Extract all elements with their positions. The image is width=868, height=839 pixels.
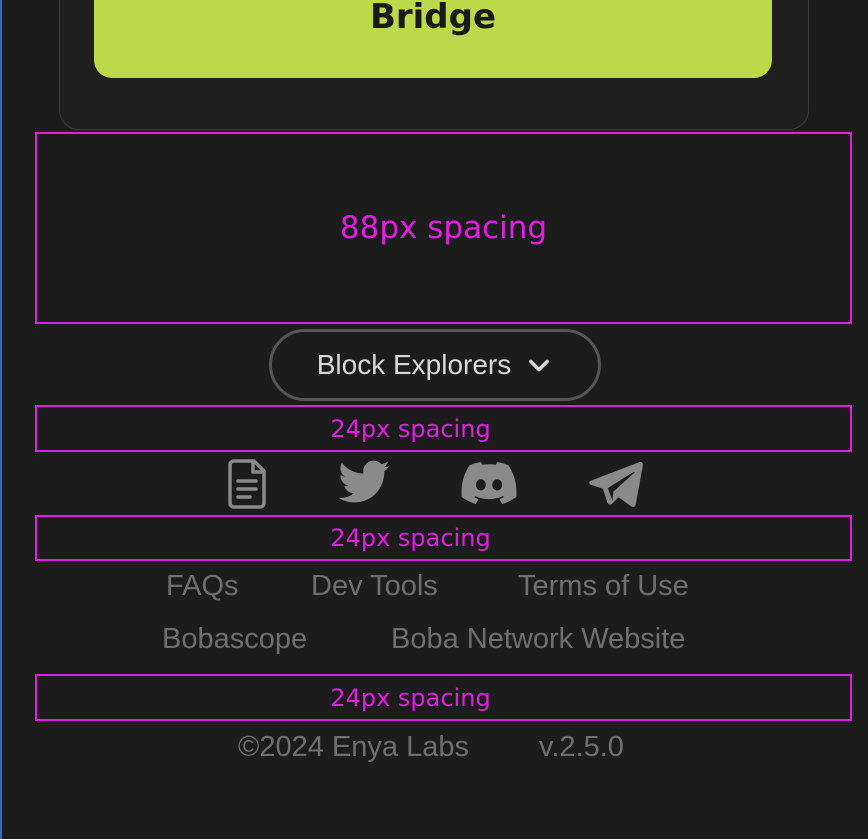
chevron-down-icon [529, 359, 550, 372]
spacing-annotation-88: 88px spacing [35, 132, 852, 324]
spacing-annotation-24-c: 24px spacing [35, 674, 852, 721]
bobascope-link[interactable]: Bobascope [162, 623, 307, 656]
bridge-button-label: Bridge [369, 0, 497, 37]
telegram-icon[interactable] [586, 455, 644, 511]
copyright-text: ©2024 Enya Labs [238, 731, 469, 763]
dev-tools-link[interactable]: Dev Tools [311, 570, 438, 603]
spacing-annotation-label: 24px spacing [330, 683, 491, 712]
spacing-annotation-24-b: 24px spacing [35, 515, 852, 561]
spacing-annotation-label: 24px spacing [330, 524, 491, 552]
twitter-icon[interactable] [335, 455, 393, 511]
spacing-annotation-24-a: 24px spacing [35, 405, 852, 452]
boba-network-website-link[interactable]: Boba Network Website [391, 623, 685, 656]
spacing-annotation-label: 24px spacing [330, 414, 491, 443]
version-text: v.2.5.0 [539, 731, 624, 763]
bridge-button[interactable]: Bridge [94, 0, 772, 78]
document-icon[interactable] [219, 455, 277, 511]
block-explorers-dropdown[interactable]: Block Explorers [269, 329, 601, 401]
faqs-link[interactable]: FAQs [166, 570, 239, 603]
spacing-annotation-label: 88px spacing [339, 210, 548, 246]
block-explorers-label: Block Explorers [316, 349, 512, 380]
discord-icon[interactable] [460, 455, 518, 511]
window-edge [0, 0, 2, 839]
terms-of-use-link[interactable]: Terms of Use [518, 570, 689, 603]
